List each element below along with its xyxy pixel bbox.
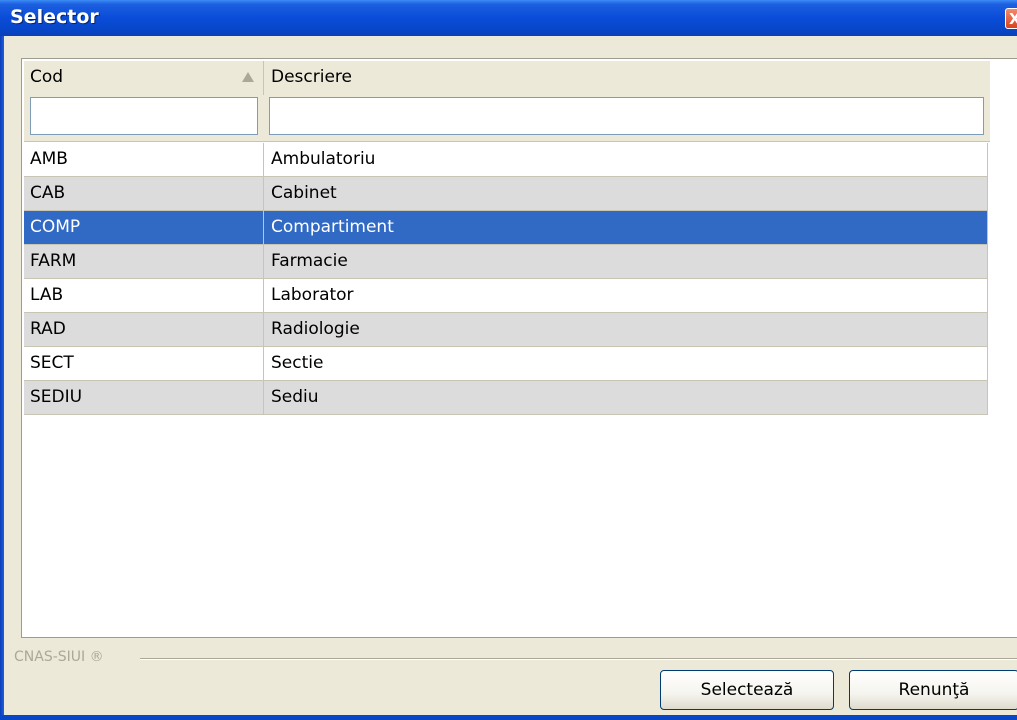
select-button[interactable]: Selectează	[660, 670, 834, 710]
filter-descriere-input[interactable]	[269, 97, 984, 135]
cell-cod: RAD	[24, 313, 264, 346]
cancel-button[interactable]: Renunţă	[849, 670, 1017, 710]
grid-divider	[987, 143, 988, 415]
footer-separator	[140, 658, 1017, 660]
grid-header: Cod Descriere	[24, 61, 990, 142]
title-bar[interactable]: Selector X	[0, 0, 1017, 36]
brand-label: CNAS-SIUI ®	[14, 649, 108, 665]
cell-descriere: Laborator	[271, 285, 354, 305]
close-icon: X	[1009, 10, 1017, 28]
window-title: Selector	[10, 6, 99, 28]
cell-descriere: Sediu	[271, 387, 319, 407]
cell-descriere: Compartiment	[271, 217, 394, 237]
grid-rows: AMB Ambulatoriu CAB Cabinet COMP Compart…	[24, 143, 987, 415]
cell-descriere: Farmacie	[271, 251, 348, 271]
window-frame-bottom	[0, 715, 1017, 720]
window-frame-left	[0, 36, 10, 720]
filter-cod-input[interactable]	[30, 97, 258, 135]
column-header-label: Descriere	[271, 67, 352, 87]
cell-cod: COMP	[24, 211, 264, 244]
close-button[interactable]: X	[1005, 8, 1017, 29]
cell-descriere: Sectie	[271, 353, 324, 373]
sort-ascending-icon	[242, 72, 254, 82]
table-row[interactable]: SECT Sectie	[24, 347, 987, 381]
cell-descriere: Ambulatoriu	[271, 149, 376, 169]
table-row[interactable]: LAB Laborator	[24, 279, 987, 313]
column-header-label: Cod	[30, 67, 64, 87]
table-row[interactable]: FARM Farmacie	[24, 245, 987, 279]
cell-cod: AMB	[24, 143, 264, 176]
cell-cod: CAB	[24, 177, 264, 210]
column-header-descriere[interactable]: Descriere	[265, 61, 990, 95]
table-row[interactable]: CAB Cabinet	[24, 177, 987, 211]
table-row[interactable]: AMB Ambulatoriu	[24, 143, 987, 177]
cell-cod: FARM	[24, 245, 264, 278]
table-row[interactable]: SEDIU Sediu	[24, 381, 987, 415]
cell-cod: LAB	[24, 279, 264, 312]
table-row[interactable]: RAD Radiologie	[24, 313, 987, 347]
cell-descriere: Radiologie	[271, 319, 360, 339]
cell-descriere: Cabinet	[271, 183, 337, 203]
selector-grid: Cod Descriere AMB Ambulatoriu CAB Cabine…	[21, 58, 1017, 638]
cell-cod: SECT	[24, 347, 264, 380]
table-row-selected[interactable]: COMP Compartiment	[24, 211, 987, 245]
column-header-cod[interactable]: Cod	[24, 61, 264, 95]
cell-cod: SEDIU	[24, 381, 264, 414]
